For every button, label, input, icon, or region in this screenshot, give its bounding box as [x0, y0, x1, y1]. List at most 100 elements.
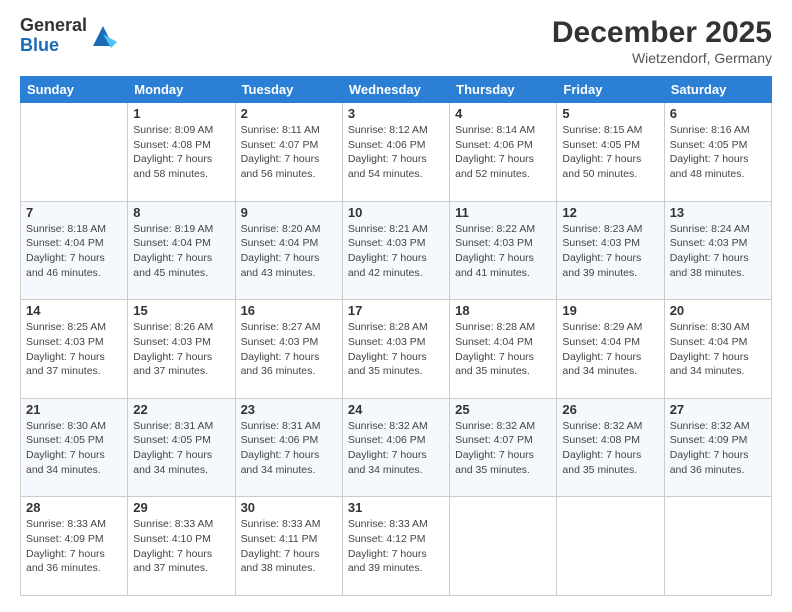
calendar-week-3: 21 Sunrise: 8:30 AM Sunset: 4:05 PM Dayli… — [21, 398, 772, 497]
logo-general: General — [20, 16, 87, 36]
day-number: 20 — [670, 303, 766, 318]
calendar-cell: 1 Sunrise: 8:09 AM Sunset: 4:08 PM Daylig… — [128, 103, 235, 202]
day-number: 27 — [670, 402, 766, 417]
day-number: 15 — [133, 303, 229, 318]
calendar-cell — [450, 497, 557, 596]
day-info: Sunrise: 8:09 AM Sunset: 4:08 PM Dayligh… — [133, 123, 229, 182]
calendar-cell: 23Sunrise: 8:31 AM Sunset: 4:06 PM Dayli… — [235, 398, 342, 497]
day-info: Sunrise: 8:21 AM Sunset: 4:03 PM Dayligh… — [348, 222, 444, 281]
logo-blue: Blue — [20, 36, 87, 56]
day-info: Sunrise: 8:14 AM Sunset: 4:06 PM Dayligh… — [455, 123, 551, 182]
day-number: 5 — [562, 106, 658, 121]
day-number: 19 — [562, 303, 658, 318]
col-friday: Friday — [557, 77, 664, 103]
day-number: 16 — [241, 303, 337, 318]
day-info: Sunrise: 8:23 AM Sunset: 4:03 PM Dayligh… — [562, 222, 658, 281]
day-info: Sunrise: 8:24 AM Sunset: 4:03 PM Dayligh… — [670, 222, 766, 281]
day-number: 9 — [241, 205, 337, 220]
logo: General Blue — [20, 16, 117, 56]
calendar-cell: 21 Sunrise: 8:30 AM Sunset: 4:05 PM Dayli… — [21, 398, 128, 497]
day-info: Sunrise: 8:27 AM Sunset: 4:03 PM Dayligh… — [241, 320, 337, 379]
logo-text: General Blue — [20, 16, 87, 56]
calendar-cell: 28 Sunrise: 8:33 AM Sunset: 4:09 PM Dayli… — [21, 497, 128, 596]
day-info: Sunrise: 8:31 AM Sunset: 4:06 PM Dayligh… — [241, 419, 337, 478]
day-number: 1 — [133, 106, 229, 121]
header: General Blue December 2025 Wietzendorf, … — [20, 16, 772, 66]
calendar-cell: 18Sunrise: 8:28 AM Sunset: 4:04 PM Dayli… — [450, 300, 557, 399]
logo-icon — [89, 22, 117, 50]
calendar-cell: 12 Sunrise: 8:23 AM Sunset: 4:03 PM Dayli… — [557, 201, 664, 300]
calendar-week-2: 14 Sunrise: 8:25 AM Sunset: 4:03 PM Dayli… — [21, 300, 772, 399]
calendar-cell: 29 Sunrise: 8:33 AM Sunset: 4:10 PM Dayli… — [128, 497, 235, 596]
col-thursday: Thursday — [450, 77, 557, 103]
month-title: December 2025 — [552, 16, 772, 50]
day-info: Sunrise: 8:25 AM Sunset: 4:03 PM Dayligh… — [26, 320, 122, 379]
day-info: Sunrise: 8:30 AM Sunset: 4:04 PM Dayligh… — [670, 320, 766, 379]
day-info: Sunrise: 8:29 AM Sunset: 4:04 PM Dayligh… — [562, 320, 658, 379]
day-number: 4 — [455, 106, 551, 121]
location-title: Wietzendorf, Germany — [552, 50, 772, 66]
calendar-cell: 4 Sunrise: 8:14 AM Sunset: 4:06 PM Daylig… — [450, 103, 557, 202]
calendar-cell: 19 Sunrise: 8:29 AM Sunset: 4:04 PM Dayli… — [557, 300, 664, 399]
day-number: 30 — [241, 500, 337, 515]
day-info: Sunrise: 8:26 AM Sunset: 4:03 PM Dayligh… — [133, 320, 229, 379]
calendar-cell: 17Sunrise: 8:28 AM Sunset: 4:03 PM Dayli… — [342, 300, 449, 399]
calendar-cell: 2 Sunrise: 8:11 AM Sunset: 4:07 PM Daylig… — [235, 103, 342, 202]
title-block: December 2025 Wietzendorf, Germany — [552, 16, 772, 66]
calendar-cell — [664, 497, 771, 596]
day-info: Sunrise: 8:33 AM Sunset: 4:11 PM Dayligh… — [241, 517, 337, 576]
day-number: 28 — [26, 500, 122, 515]
calendar-header-row: Sunday Monday Tuesday Wednesday Thursday… — [21, 77, 772, 103]
day-info: Sunrise: 8:32 AM Sunset: 4:07 PM Dayligh… — [455, 419, 551, 478]
day-number: 2 — [241, 106, 337, 121]
calendar-cell: 25 Sunrise: 8:32 AM Sunset: 4:07 PM Dayli… — [450, 398, 557, 497]
calendar-cell — [21, 103, 128, 202]
day-info: Sunrise: 8:32 AM Sunset: 4:09 PM Dayligh… — [670, 419, 766, 478]
day-info: Sunrise: 8:32 AM Sunset: 4:06 PM Dayligh… — [348, 419, 444, 478]
calendar-week-1: 7 Sunrise: 8:18 AM Sunset: 4:04 PM Daylig… — [21, 201, 772, 300]
calendar-cell: 6 Sunrise: 8:16 AM Sunset: 4:05 PM Daylig… — [664, 103, 771, 202]
col-saturday: Saturday — [664, 77, 771, 103]
calendar-cell: 11Sunrise: 8:22 AM Sunset: 4:03 PM Dayli… — [450, 201, 557, 300]
day-info: Sunrise: 8:19 AM Sunset: 4:04 PM Dayligh… — [133, 222, 229, 281]
day-info: Sunrise: 8:11 AM Sunset: 4:07 PM Dayligh… — [241, 123, 337, 182]
day-number: 3 — [348, 106, 444, 121]
day-number: 7 — [26, 205, 122, 220]
calendar-cell: 15 Sunrise: 8:26 AM Sunset: 4:03 PM Dayli… — [128, 300, 235, 399]
day-number: 11 — [455, 205, 551, 220]
day-number: 6 — [670, 106, 766, 121]
day-info: Sunrise: 8:15 AM Sunset: 4:05 PM Dayligh… — [562, 123, 658, 182]
day-number: 8 — [133, 205, 229, 220]
calendar-cell: 10Sunrise: 8:21 AM Sunset: 4:03 PM Dayli… — [342, 201, 449, 300]
calendar-cell: 27 Sunrise: 8:32 AM Sunset: 4:09 PM Dayli… — [664, 398, 771, 497]
day-number: 13 — [670, 205, 766, 220]
calendar-cell: 5 Sunrise: 8:15 AM Sunset: 4:05 PM Daylig… — [557, 103, 664, 202]
day-info: Sunrise: 8:33 AM Sunset: 4:09 PM Dayligh… — [26, 517, 122, 576]
day-number: 25 — [455, 402, 551, 417]
day-info: Sunrise: 8:16 AM Sunset: 4:05 PM Dayligh… — [670, 123, 766, 182]
day-number: 12 — [562, 205, 658, 220]
calendar-cell: 20 Sunrise: 8:30 AM Sunset: 4:04 PM Dayli… — [664, 300, 771, 399]
day-info: Sunrise: 8:33 AM Sunset: 4:10 PM Dayligh… — [133, 517, 229, 576]
calendar-cell: 7 Sunrise: 8:18 AM Sunset: 4:04 PM Daylig… — [21, 201, 128, 300]
calendar-cell: 14 Sunrise: 8:25 AM Sunset: 4:03 PM Dayli… — [21, 300, 128, 399]
calendar-cell: 24Sunrise: 8:32 AM Sunset: 4:06 PM Dayli… — [342, 398, 449, 497]
day-info: Sunrise: 8:31 AM Sunset: 4:05 PM Dayligh… — [133, 419, 229, 478]
calendar-week-0: 1 Sunrise: 8:09 AM Sunset: 4:08 PM Daylig… — [21, 103, 772, 202]
calendar-cell: 13 Sunrise: 8:24 AM Sunset: 4:03 PM Dayli… — [664, 201, 771, 300]
day-number: 14 — [26, 303, 122, 318]
calendar-cell: 9 Sunrise: 8:20 AM Sunset: 4:04 PM Daylig… — [235, 201, 342, 300]
day-info: Sunrise: 8:30 AM Sunset: 4:05 PM Dayligh… — [26, 419, 122, 478]
calendar-cell: 22Sunrise: 8:31 AM Sunset: 4:05 PM Dayli… — [128, 398, 235, 497]
calendar-cell: 16 Sunrise: 8:27 AM Sunset: 4:03 PM Dayli… — [235, 300, 342, 399]
col-monday: Monday — [128, 77, 235, 103]
day-info: Sunrise: 8:18 AM Sunset: 4:04 PM Dayligh… — [26, 222, 122, 281]
calendar-cell — [557, 497, 664, 596]
day-number: 21 — [26, 402, 122, 417]
day-info: Sunrise: 8:28 AM Sunset: 4:03 PM Dayligh… — [348, 320, 444, 379]
calendar-cell: 31Sunrise: 8:33 AM Sunset: 4:12 PM Dayli… — [342, 497, 449, 596]
day-number: 29 — [133, 500, 229, 515]
day-info: Sunrise: 8:20 AM Sunset: 4:04 PM Dayligh… — [241, 222, 337, 281]
calendar-cell: 8 Sunrise: 8:19 AM Sunset: 4:04 PM Daylig… — [128, 201, 235, 300]
calendar-cell: 3Sunrise: 8:12 AM Sunset: 4:06 PM Daylig… — [342, 103, 449, 202]
